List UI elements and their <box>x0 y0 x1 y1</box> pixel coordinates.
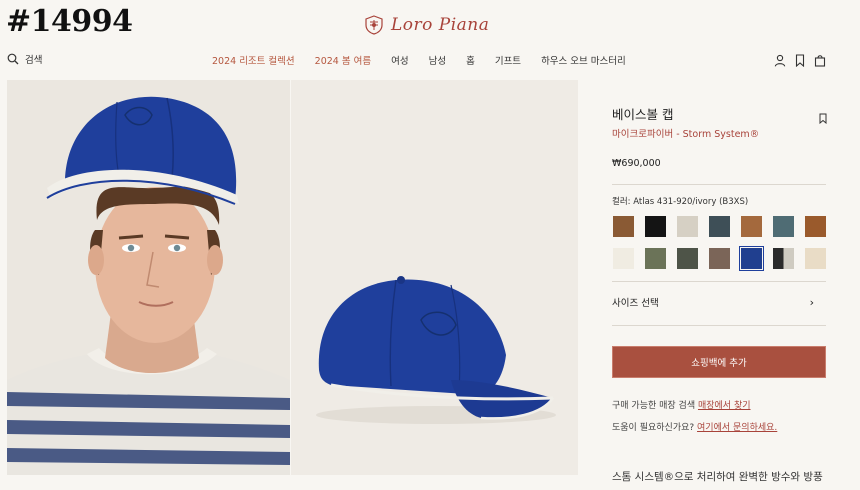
model-wearing-cap-illustration <box>7 80 290 475</box>
help-text: 도움이 필요하신가요? <box>612 423 698 433</box>
bookmark-icon[interactable] <box>794 52 806 68</box>
nav-item-resort-2024[interactable]: 2024 리조트 컬렉션 <box>212 53 295 67</box>
wishlist-button[interactable] <box>819 109 827 125</box>
product-image-cap[interactable] <box>291 80 578 475</box>
size-selector[interactable]: 사이즈 선택 › <box>612 295 826 310</box>
color-swatch[interactable] <box>709 248 730 269</box>
color-swatch[interactable] <box>613 216 634 237</box>
nav-item-men[interactable]: 남성 <box>429 53 446 67</box>
user-icon[interactable] <box>774 52 786 67</box>
color-swatch[interactable] <box>645 248 666 269</box>
cap-product-illustration <box>291 80 578 475</box>
image-id-label: #14994 <box>6 4 133 39</box>
search-icon <box>7 53 19 65</box>
find-in-store-link[interactable]: 매장에서 찾기 <box>698 401 751 411</box>
main-nav: 2024 리조트 컬렉션 2024 봄 여름 여성 남성 홈 기프트 하우스 오… <box>212 53 626 67</box>
color-swatch[interactable] <box>709 216 730 237</box>
brand-logo[interactable]: Loro Piana <box>363 14 489 36</box>
page: #14994 Loro Piana 검색 2024 리조트 컬렉션 2024 봄… <box>0 0 860 490</box>
contact-link[interactable]: 여기에서 문의하세요. <box>697 423 777 433</box>
product-title: 베이스볼 캡 <box>612 107 674 122</box>
product-info: 베이스볼 캡 마이크로파이버 - Storm System® ₩690,000 <box>612 104 826 169</box>
product-material: 마이크로파이버 <box>612 129 674 140</box>
nav-item-home[interactable]: 홈 <box>466 53 475 67</box>
color-swatch[interactable] <box>805 248 826 269</box>
color-swatch[interactable] <box>738 245 765 272</box>
nav-item-spring-summer-2024[interactable]: 2024 봄 여름 <box>315 53 371 67</box>
product-subtitle: 마이크로파이버 - Storm System® <box>612 126 826 140</box>
help-line: 도움이 필요하신가요? 여기에서 문의하세요. <box>612 420 777 433</box>
nav-item-women[interactable]: 여성 <box>391 53 408 67</box>
product-image-model[interactable] <box>7 80 290 475</box>
color-swatch[interactable] <box>677 248 698 269</box>
divider <box>612 281 826 282</box>
product-description: 스톰 시스템®으로 처리하여 완벽한 방수와 방풍 <box>612 471 823 483</box>
add-to-bag-button[interactable]: 쇼핑백에 추가 <box>612 346 826 378</box>
nav-item-gift[interactable]: 기프트 <box>495 53 521 67</box>
brand-wordmark: Loro Piana <box>391 15 490 35</box>
search-label: 검색 <box>25 55 43 66</box>
color-swatch[interactable] <box>645 216 666 237</box>
store-availability-line: 구매 가능한 매장 검색 매장에서 찾기 <box>612 398 751 411</box>
header-actions <box>774 52 826 68</box>
chevron-right-icon: › <box>809 295 814 309</box>
store-text: 구매 가능한 매장 검색 <box>612 401 698 411</box>
bookmark-icon <box>819 113 827 125</box>
subtitle-separator: - <box>673 129 683 140</box>
product-price: ₩690,000 <box>612 158 661 169</box>
color-swatch[interactable] <box>773 248 794 269</box>
color-swatch[interactable] <box>741 216 762 237</box>
color-swatch[interactable] <box>773 216 794 237</box>
color-swatch[interactable] <box>805 216 826 237</box>
color-swatch[interactable] <box>613 248 634 269</box>
divider <box>612 325 826 326</box>
color-label: 컬러: Atlas 431-920/ivory (B3XS) <box>612 197 749 207</box>
product-system: Storm System® <box>682 129 760 140</box>
crest-icon <box>365 15 383 35</box>
nav-item-house-of-mastery[interactable]: 하우스 오브 마스터리 <box>541 53 626 67</box>
shopping-bag-icon[interactable] <box>814 52 826 67</box>
search-button[interactable]: 검색 <box>7 52 42 66</box>
size-label: 사이즈 선택 <box>612 298 659 309</box>
color-swatch[interactable] <box>677 216 698 237</box>
divider <box>612 184 826 185</box>
